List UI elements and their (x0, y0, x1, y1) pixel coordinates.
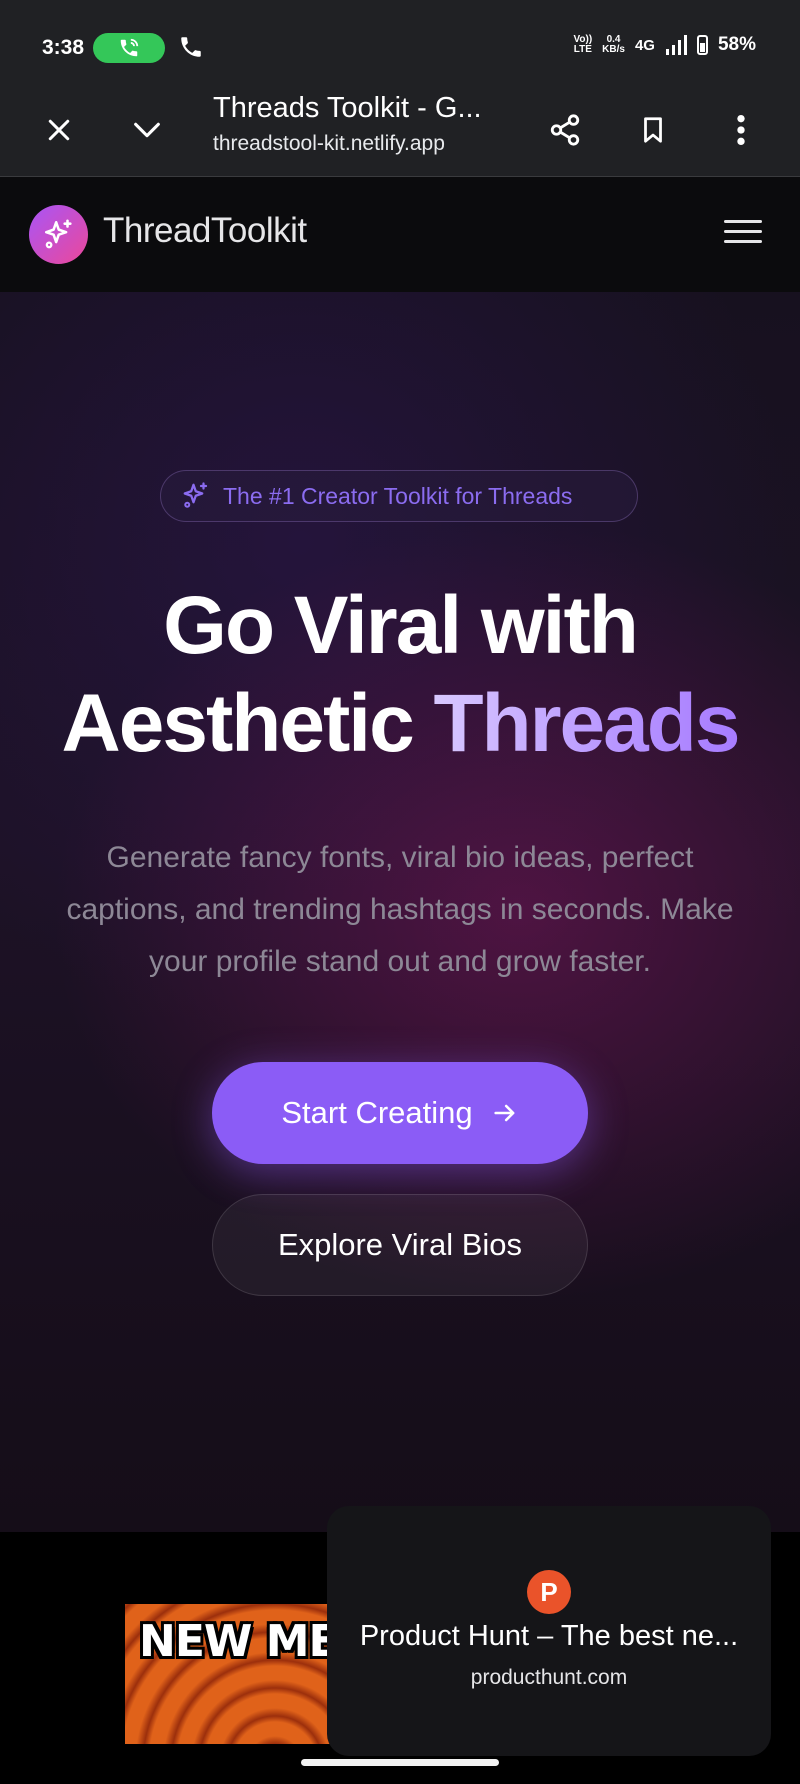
site-header: ThreadToolkit (0, 177, 800, 292)
browser-toolbar: Threads Toolkit - G... threadstool-kit.n… (0, 86, 800, 177)
minimize-tab-button[interactable] (123, 106, 171, 154)
battery-icon (696, 35, 708, 55)
volte-indicator: Vo)) LTE (573, 34, 593, 55)
hero-subtitle: Generate fancy fonts, viral bio ideas, p… (66, 841, 734, 978)
promo-image-text: NEW MEM (139, 1616, 340, 1667)
share-button[interactable] (541, 106, 589, 154)
explore-viral-bios-label: Explore Viral Bios (277, 1227, 523, 1262)
explore-viral-bios-button[interactable]: Explore Viral Bios (212, 1194, 588, 1296)
product-hunt-title: Product Hunt – The best ne... (359, 1620, 739, 1652)
brand-name[interactable]: ThreadToolkit (103, 211, 307, 251)
hero-title-line2: Aesthetic (61, 678, 434, 769)
battery-level: 58% (717, 34, 756, 55)
network-type: 4G (634, 36, 655, 54)
more-options-button[interactable] (717, 106, 765, 154)
arrow-right-icon (494, 1104, 515, 1122)
wifi-call-icon (120, 38, 139, 57)
status-time: 3:38 (42, 36, 85, 59)
close-tab-button[interactable] (35, 106, 83, 154)
sparkles-icon (44, 219, 72, 248)
hero-badge: The #1 Creator Toolkit for Threads (160, 470, 638, 522)
brand-logo[interactable] (29, 205, 88, 264)
product-hunt-link-card[interactable]: P Product Hunt – The best ne... producth… (327, 1506, 771, 1756)
signal-icon (665, 35, 687, 55)
hero-section: The #1 Creator Toolkit for Threads Go Vi… (0, 292, 800, 1532)
page-tab-title: Threads Toolkit - G... (213, 92, 482, 124)
close-icon (48, 119, 70, 141)
phone-icon (181, 37, 201, 57)
net-speed: 0.4 KB/s (602, 34, 625, 55)
start-creating-button[interactable]: Start Creating (212, 1062, 588, 1164)
sparkles-icon (183, 482, 208, 508)
product-hunt-logo-icon: P (527, 1570, 571, 1614)
start-creating-label: Start Creating (281, 1095, 473, 1130)
hero-badge-text: The #1 Creator Toolkit for Threads (223, 482, 573, 509)
promo-image[interactable]: NEW MEM (125, 1604, 340, 1744)
bookmark-button[interactable] (629, 106, 677, 154)
bookmark-icon (644, 117, 662, 143)
page-url[interactable]: threadstool-kit.netlify.app (213, 132, 445, 156)
hero-title-highlight: Threads (433, 678, 740, 769)
chevron-down-icon (134, 122, 160, 138)
status-bar: 3:38 Vo)) LTE 0.4 KB/s 4G 58% (0, 0, 800, 96)
more-vert-icon (737, 114, 745, 146)
product-hunt-domain: producthunt.com (470, 1666, 628, 1689)
hamburger-menu-icon[interactable] (722, 213, 764, 255)
hero-title-line1: Go Viral with (163, 580, 639, 671)
share-icon (550, 114, 580, 146)
ongoing-call-pill[interactable] (93, 33, 165, 63)
hero-title: Go Viral with Aesthetic Threads (0, 577, 800, 773)
status-indicators: Vo)) LTE 0.4 KB/s 4G 58% (573, 34, 756, 56)
gesture-nav-handle[interactable] (301, 1759, 499, 1766)
